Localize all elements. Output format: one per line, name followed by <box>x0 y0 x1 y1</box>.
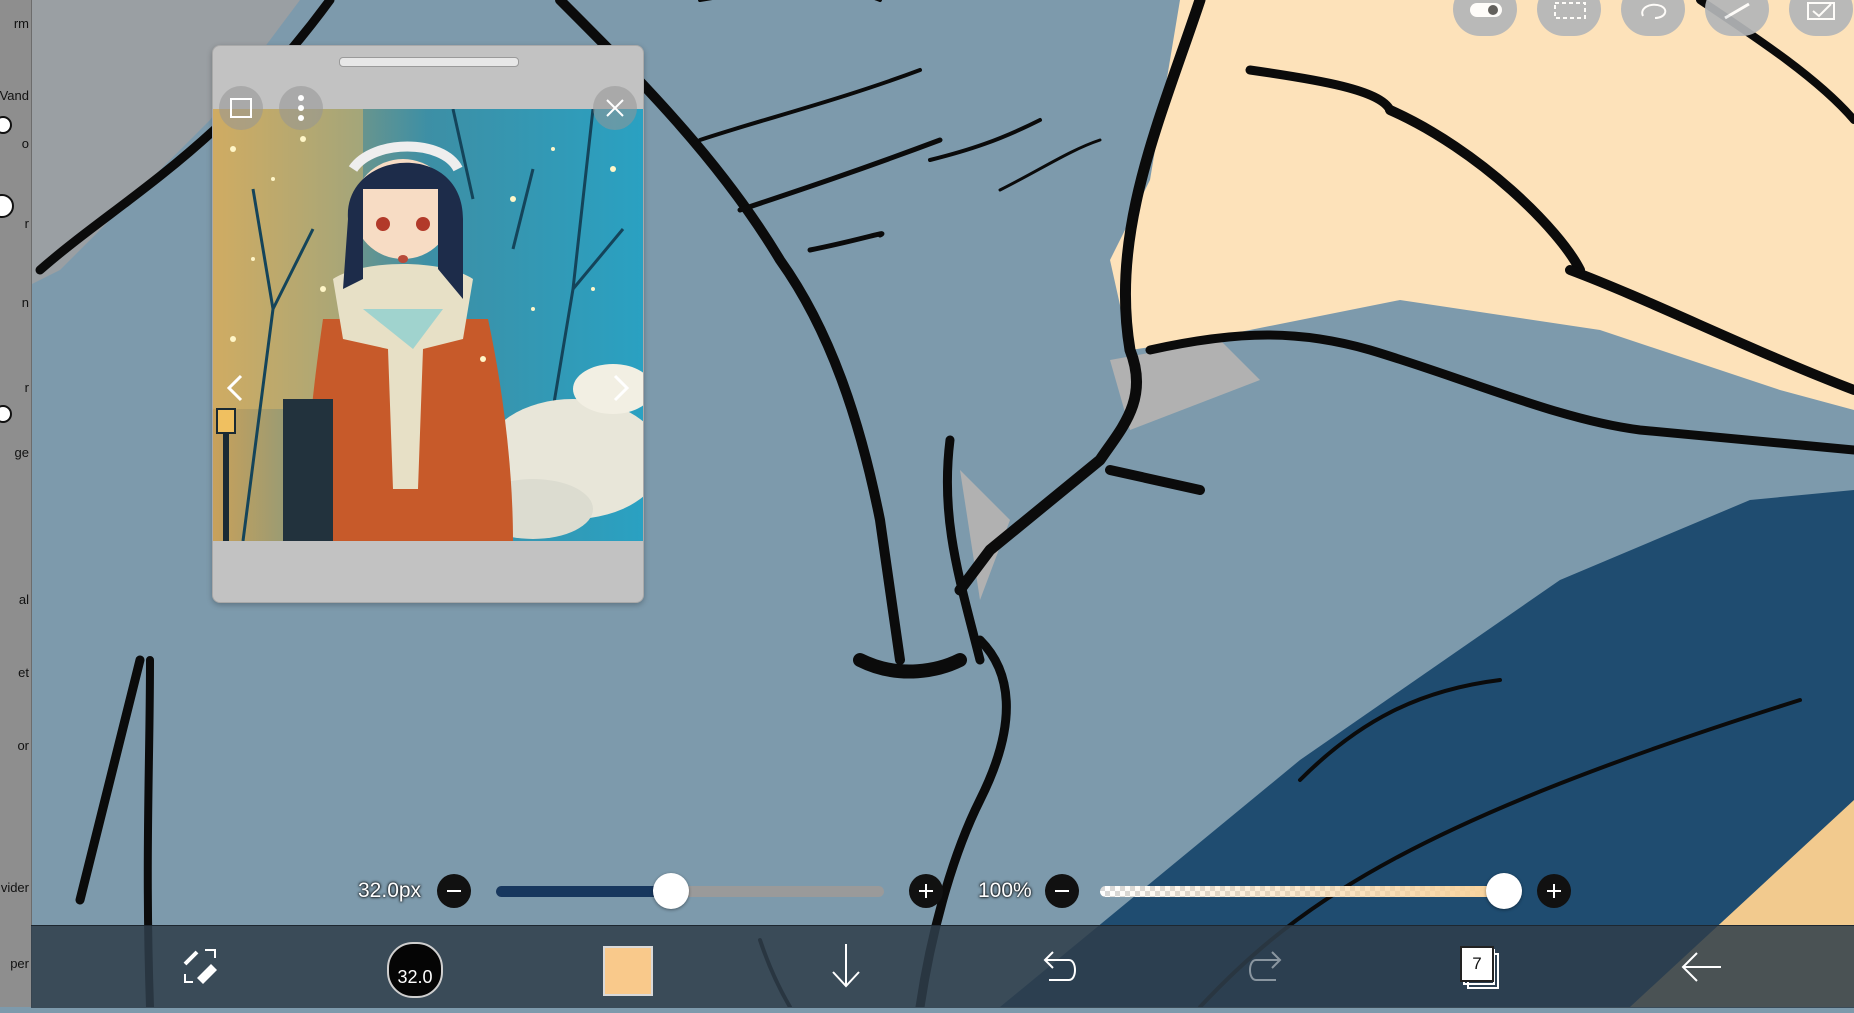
back-button[interactable] <box>1671 926 1731 1008</box>
window-icon <box>230 98 252 118</box>
tool-label: n <box>21 295 29 310</box>
tool-item-pen[interactable]: n <box>0 255 31 310</box>
opacity-thumb[interactable] <box>1486 873 1522 909</box>
opacity-label: 100% <box>978 879 1032 902</box>
layers-count: 7 <box>1460 946 1494 982</box>
brush-size-increase-button[interactable] <box>909 874 943 908</box>
brush-size-thumb[interactable] <box>652 873 689 909</box>
opacity-decrease-button[interactable] <box>1045 874 1079 908</box>
chevron-right-icon <box>613 374 630 402</box>
undo-icon <box>1043 951 1076 981</box>
tool-label: Vand <box>0 88 29 103</box>
brush-size-button[interactable]: 32.0 <box>387 942 443 998</box>
color-swatch[interactable] <box>603 946 653 996</box>
tool-label: r <box>24 216 29 231</box>
tool-item-magic-wand[interactable]: Vand <box>0 60 31 103</box>
arrow-left-icon <box>1681 952 1721 982</box>
lasso-icon <box>0 116 12 134</box>
tool-item-eraser[interactable]: r <box>0 330 31 395</box>
brush-size-value: 32.0 <box>397 967 433 987</box>
ref-layout-button[interactable] <box>219 86 263 130</box>
drag-handle[interactable] <box>339 57 519 67</box>
more-vertical-icon <box>298 95 304 121</box>
tool-item-smudge[interactable]: ge <box>0 405 31 460</box>
tools-sidebar: rm Vand o r n r ge al et or vider per <box>0 0 32 1007</box>
ref-menu-button[interactable] <box>279 86 323 130</box>
tool-item-lasso[interactable]: o <box>0 110 31 151</box>
undo-button[interactable] <box>1031 926 1081 1008</box>
toggle-icon <box>1470 3 1502 17</box>
brush-size-decrease-button[interactable] <box>437 874 471 908</box>
tool-item-bucket[interactable]: et <box>0 625 31 680</box>
tool-item-special[interactable]: al <box>0 550 31 607</box>
circle-icon <box>0 194 14 218</box>
tool-label: al <box>18 592 29 607</box>
download-button[interactable] <box>821 926 871 1008</box>
tool-label: per <box>10 956 29 971</box>
brush-eraser-swap-icon <box>183 949 217 984</box>
brush-size-slider[interactable] <box>496 886 884 897</box>
close-icon <box>606 99 624 117</box>
ref-next-button[interactable] <box>603 371 637 405</box>
tool-item-dropper[interactable]: per <box>0 920 31 971</box>
tool-label: rm <box>13 16 29 31</box>
brush-eraser-switch-button[interactable] <box>171 926 231 1008</box>
checkbox-icon <box>1807 2 1835 20</box>
chevron-left-icon <box>226 374 243 402</box>
minus-icon <box>1055 890 1069 892</box>
tool-label: ge <box>14 445 29 460</box>
tool-item-filter[interactable]: r <box>0 190 31 231</box>
tool-item-frame-divider[interactable]: vider <box>0 840 31 895</box>
tool-item-eyedropper[interactable]: or <box>0 700 31 753</box>
tool-item-transform[interactable]: rm <box>0 8 31 48</box>
minus-icon <box>447 890 461 892</box>
tool-label: o <box>21 136 29 151</box>
tool-label: or <box>17 738 29 753</box>
ruler-icon <box>1724 2 1750 20</box>
arrow-down-icon <box>832 944 860 988</box>
lasso-icon <box>1641 3 1667 19</box>
brush-size-label: 32.0px <box>358 879 422 902</box>
tool-label: r <box>24 380 29 395</box>
tool-label: vider <box>0 880 29 895</box>
reference-image <box>213 109 643 541</box>
reference-window[interactable] <box>212 45 644 603</box>
bottom-toolbar: 32.0 7 <box>31 925 1854 1008</box>
layers-button[interactable]: 7 <box>1458 944 1504 992</box>
redo-icon <box>1249 951 1282 981</box>
ref-prev-button[interactable] <box>219 371 253 405</box>
opacity-slider[interactable] <box>1100 886 1504 897</box>
tool-label: et <box>18 665 29 680</box>
selection-icon <box>1554 2 1586 19</box>
plus-icon <box>1547 884 1561 898</box>
circle-icon <box>0 405 12 423</box>
plus-icon <box>919 884 933 898</box>
opacity-increase-button[interactable] <box>1537 874 1571 908</box>
redo-button[interactable] <box>1244 926 1294 1008</box>
brush-size-fill <box>496 886 671 897</box>
ref-close-button[interactable] <box>593 86 637 130</box>
